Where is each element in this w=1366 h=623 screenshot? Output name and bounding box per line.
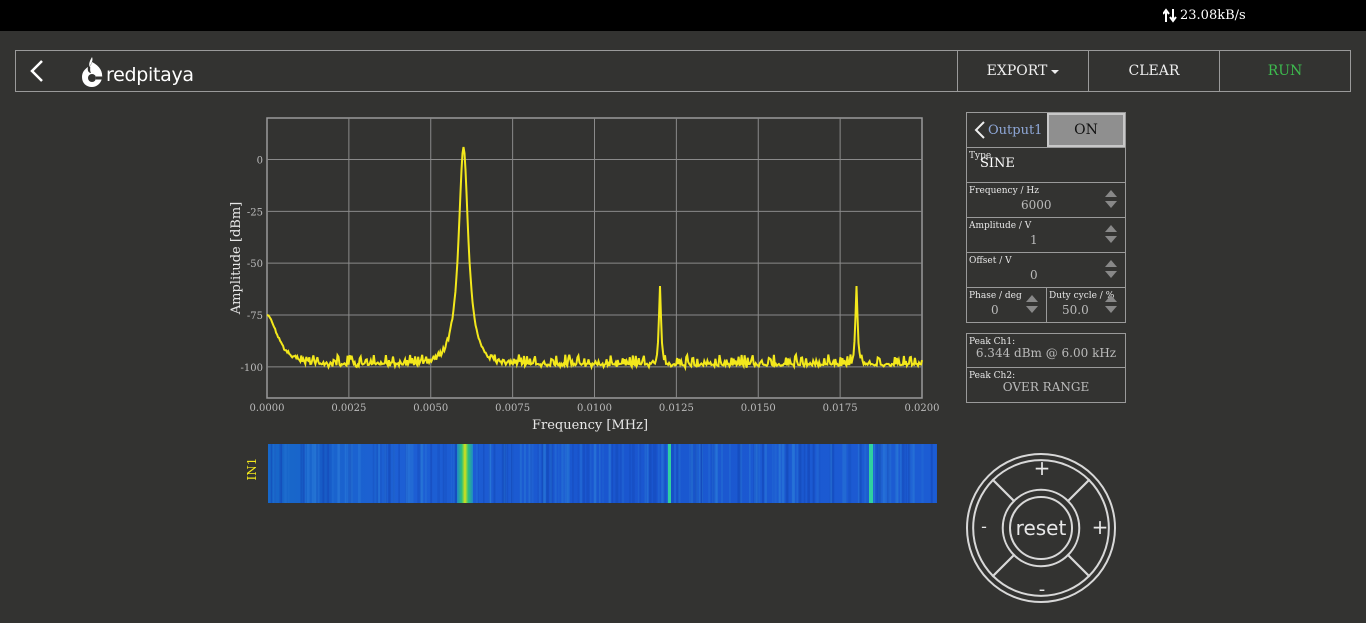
amplitude-label: Amplitude / V — [969, 221, 1032, 231]
waterfall-peak-3 — [869, 444, 873, 503]
y-tick-label: -75 — [247, 311, 263, 322]
run-label: RUN — [1267, 63, 1303, 79]
phase-label: Phase / deg — [969, 291, 1022, 301]
x-tick-label: 0.0050 — [413, 403, 448, 414]
waterfall-display — [268, 444, 937, 503]
app-header: redpitaya EXPORT CLEAR RUN — [15, 50, 1351, 92]
x-tick-labels: 0.0000 0.0025 0.0050 0.0075 0.0100 0.0125 0.01… — [250, 403, 940, 414]
clear-button[interactable]: CLEAR — [1088, 51, 1219, 91]
arrow-up-icon[interactable] — [1105, 190, 1117, 197]
phase-stepper[interactable] — [1026, 295, 1038, 317]
frequency-field[interactable]: 6000 — [1021, 198, 1052, 212]
offset-field[interactable]: 0 — [1030, 268, 1038, 282]
zoom-minus-label: - — [981, 517, 987, 536]
peak-readout-panel: Peak Ch1: 6.344 dBm @ 6.00 kHz Peak Ch2:… — [966, 333, 1126, 403]
offset-label: Offset / V — [969, 256, 1012, 266]
x-tick-label: 0.0025 — [331, 403, 366, 414]
caret-down-icon — [1051, 70, 1060, 74]
peak-ch1-row: Peak Ch1: 6.344 dBm @ 6.00 kHz — [966, 333, 1126, 368]
amplitude-stepper[interactable] — [1105, 225, 1117, 247]
logo-text: redpitaya — [106, 64, 194, 86]
reset-label: reset — [1016, 516, 1067, 540]
arrow-down-icon[interactable] — [1105, 201, 1117, 208]
phase-cell: Phase / deg 0 — [967, 288, 1047, 322]
waterfall-peak-1 — [457, 444, 473, 503]
arrow-up-icon[interactable] — [1026, 295, 1038, 302]
x-tick-label: 0.0125 — [659, 403, 694, 414]
network-speed: 23.08kB/s — [1163, 8, 1246, 23]
flame-logo-icon — [82, 57, 103, 87]
peak-ch1-value: 6.344 dBm @ 6.00 kHz — [975, 346, 1117, 360]
zoom-up-label: + — [1034, 456, 1051, 480]
arrow-down-icon[interactable] — [1105, 271, 1117, 278]
export-label: EXPORT — [986, 63, 1048, 79]
x-axis-label: Frequency [MHz] — [532, 418, 648, 433]
status-bar: 23.08kB/s — [0, 0, 1366, 31]
y-tick-label: -50 — [247, 259, 263, 270]
amplitude-row: Amplitude / V 1 — [966, 218, 1126, 253]
offset-row: Offset / V 0 — [966, 253, 1126, 288]
on-label: ON — [1074, 122, 1098, 138]
x-tick-label: 0.0100 — [577, 403, 612, 414]
arrow-down-icon[interactable] — [1026, 306, 1038, 313]
x-tick-label: 0.0200 — [905, 403, 940, 414]
export-button[interactable]: EXPORT — [957, 51, 1088, 91]
y-tick-label: 0 — [257, 155, 263, 166]
x-tick-label: 0.0075 — [495, 403, 530, 414]
transfer-arrows-icon — [1163, 8, 1177, 23]
phase-duty-row: Phase / deg 0 Duty cycle / % 50.0 — [966, 288, 1126, 323]
duty-cycle-stepper[interactable] — [1105, 295, 1117, 317]
y-axis-label: Amplitude [dBm] — [229, 202, 244, 315]
type-value[interactable]: SINE — [980, 156, 1015, 171]
zoom-control-pad: + + - - reset — [966, 453, 1116, 603]
network-speed-value: 23.08kB/s — [1180, 8, 1246, 23]
duty-cycle-cell: Duty cycle / % 50.0 — [1047, 288, 1125, 322]
peak-ch2-row: Peak Ch2: OVER RANGE — [966, 368, 1126, 403]
amplitude-field[interactable]: 1 — [1030, 233, 1038, 247]
offset-stepper[interactable] — [1105, 260, 1117, 282]
waterfall-channel-label: IN1 — [245, 457, 259, 481]
zoom-down-label: - — [1039, 579, 1046, 600]
arrow-up-icon[interactable] — [1105, 260, 1117, 267]
arrow-up-icon[interactable] — [1105, 225, 1117, 232]
output-on-button[interactable]: ON — [1047, 113, 1125, 147]
back-arrow-icon[interactable] — [24, 57, 52, 85]
y-tick-label: -25 — [247, 207, 263, 218]
duty-cycle-field[interactable]: 50.0 — [1062, 303, 1089, 317]
frequency-stepper[interactable] — [1105, 190, 1117, 212]
chevron-left-icon — [974, 121, 985, 139]
arrow-up-icon[interactable] — [1105, 295, 1117, 302]
signal-generator-panel: Output1 ON Type SINE Frequency / Hz 6000… — [966, 112, 1126, 323]
output1-label: Output1 — [988, 122, 1043, 138]
arrow-down-icon[interactable] — [1105, 236, 1117, 243]
output1-tab[interactable]: Output1 — [967, 113, 1047, 147]
waterfall-peak-2 — [668, 444, 671, 503]
frequency-label: Frequency / Hz — [969, 186, 1040, 196]
x-tick-label: 0.0150 — [741, 403, 776, 414]
y-tick-label: -100 — [241, 363, 263, 374]
spectrum-plot[interactable]: 0.0000 0.0025 0.0050 0.0075 0.0100 0.0125 0.01… — [220, 110, 940, 440]
x-tick-label: 0.0175 — [823, 403, 858, 414]
redpitaya-logo: redpitaya — [80, 56, 194, 88]
run-button[interactable]: RUN — [1219, 51, 1350, 91]
type-row[interactable]: Type SINE — [966, 148, 1126, 183]
clear-label: CLEAR — [1128, 63, 1180, 79]
arrow-down-icon[interactable] — [1105, 306, 1117, 313]
phase-field[interactable]: 0 — [991, 303, 999, 317]
frequency-row: Frequency / Hz 6000 — [966, 183, 1126, 218]
zoom-plus-label: + — [1092, 515, 1109, 539]
zoom-left-button[interactable] — [972, 478, 1016, 578]
peak-ch2-value: OVER RANGE — [1002, 380, 1090, 394]
x-tick-label: 0.0000 — [250, 403, 285, 414]
